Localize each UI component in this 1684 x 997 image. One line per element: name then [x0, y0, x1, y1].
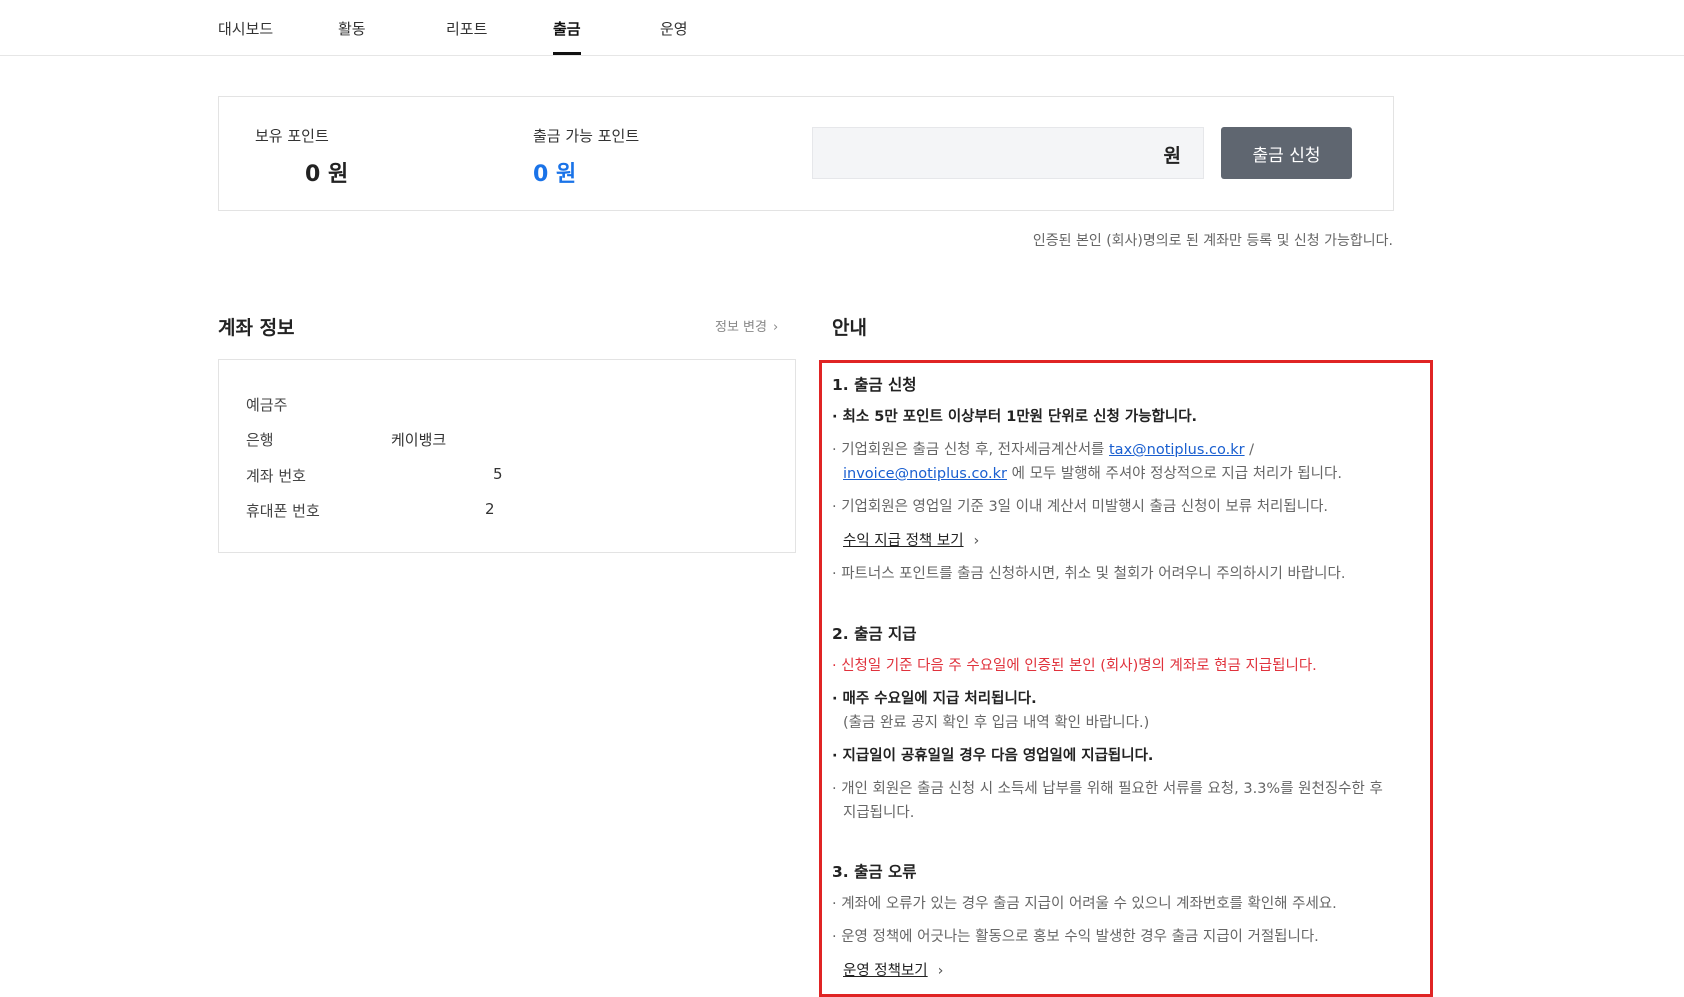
amount-unit-label: 원	[1163, 145, 1181, 167]
guide-section-2-title: 2. 출금 지급	[832, 625, 917, 643]
available-points-label: 출금 가능 포인트	[533, 127, 640, 145]
account-info-title: 계좌 정보	[218, 317, 295, 339]
guide-s1-slash: /	[1244, 442, 1255, 458]
tab-report[interactable]: 리포트	[446, 18, 487, 39]
guide-s1-line-2: · 기업회원은 출금 신청 후, 전자세금계산서를 tax@notiplus.c…	[832, 438, 1254, 459]
withdraw-amount-input[interactable]	[813, 128, 1153, 178]
guide-s3-line-1: · 계좌에 오류가 있는 경우 출금 지급이 어려울 수 있으니 계좌번호를 확…	[832, 896, 1337, 912]
operation-policy-label: 운영 정책보기	[843, 963, 928, 979]
guide-title: 안내	[832, 317, 867, 339]
edit-account-label: 정보 변경	[715, 320, 767, 335]
guide-s1-line-1: · 최소 5만 포인트 이상부터 1만원 단위로 신청 가능합니다.	[832, 409, 1198, 425]
guide-s2-line-3: (출금 완료 공지 확인 후 입금 내역 확인 바랍니다.)	[843, 715, 1150, 731]
phone-number-label: 휴대폰 번호	[246, 502, 320, 520]
guide-s1-line-5: · 파트너스 포인트를 출금 신청하시면, 취소 및 철회가 어려우니 주의하시…	[832, 566, 1346, 582]
phone-number-value: 2	[485, 500, 495, 518]
points-card: 보유 포인트 0 원 출금 가능 포인트 0 원 원 출금 신청	[218, 96, 1394, 211]
account-number-value: 5	[493, 465, 503, 483]
tax-email-link[interactable]: tax@notiplus.co.kr	[1109, 442, 1245, 458]
chevron-right-icon: ›	[937, 963, 944, 979]
tab-dashboard[interactable]: 대시보드	[218, 18, 273, 39]
guide-section-3-title: 3. 출금 오류	[832, 863, 917, 881]
chevron-right-icon: ›	[772, 320, 779, 335]
payout-policy-link[interactable]: 수익 지급 정책 보기 ›	[843, 529, 979, 550]
edit-account-link[interactable]: 정보 변경 ›	[715, 316, 778, 335]
operation-policy-link[interactable]: 운영 정책보기 ›	[843, 959, 943, 980]
guide-s2-line-6: 지급됩니다.	[843, 805, 915, 821]
bank-value: 케이뱅크	[391, 431, 447, 449]
held-points-label: 보유 포인트	[255, 127, 329, 145]
tab-withdraw[interactable]: 출금	[553, 18, 581, 39]
active-tab-indicator	[553, 52, 581, 55]
guide-s2-line-5: · 개인 회원은 출금 신청 시 소득세 납부를 위해 필요한 서류를 요청, …	[832, 781, 1383, 797]
bank-label: 은행	[246, 431, 274, 449]
guide-s3-line-2: · 운영 정책에 어긋나는 활동으로 홍보 수익 발생한 경우 출금 지급이 거…	[832, 929, 1319, 945]
guide-s2-line-1: · 신청일 기준 다음 주 수요일에 인증된 본인 (회사)명의 계좌로 현금 …	[832, 658, 1317, 674]
guide-s2-line-2: · 매주 수요일에 지급 처리됩니다.	[832, 691, 1037, 707]
account-holder-label: 예금주	[246, 396, 288, 414]
guide-section-1-title: 1. 출금 신청	[832, 376, 917, 394]
guide-s1-line-3-text: 에 모두 발행해 주셔야 정상적으로 지급 처리가 됩니다.	[1007, 466, 1342, 482]
invoice-email-link[interactable]: invoice@notiplus.co.kr	[843, 466, 1007, 482]
account-number-label: 계좌 번호	[246, 467, 306, 485]
chevron-right-icon: ›	[973, 533, 980, 549]
tab-operation[interactable]: 운영	[660, 18, 688, 39]
top-navigation: 대시보드 활동 리포트 출금 운영	[0, 0, 1684, 56]
account-card: 예금주 은행 케이뱅크 계좌 번호 5 휴대폰 번호 2	[218, 359, 796, 553]
tab-activity[interactable]: 활동	[338, 18, 366, 39]
guide-s2-line-4: · 지급일이 공휴일일 경우 다음 영업일에 지급됩니다.	[832, 748, 1154, 764]
guide-box: 1. 출금 신청 · 최소 5만 포인트 이상부터 1만원 단위로 신청 가능합…	[819, 360, 1433, 997]
guide-s1-line-4: · 기업회원은 영업일 기준 3일 이내 계산서 미발행시 출금 신청이 보류 …	[832, 499, 1329, 515]
withdraw-amount-field: 원	[812, 127, 1204, 179]
available-points-value: 0 원	[533, 162, 577, 187]
withdraw-request-button[interactable]: 출금 신청	[1221, 127, 1352, 179]
guide-s1-line-3: invoice@notiplus.co.kr 에 모두 발행해 주셔야 정상적으…	[843, 462, 1342, 483]
guide-s1-line-2-text: · 기업회원은 출금 신청 후, 전자세금계산서를	[832, 442, 1109, 458]
account-notice: 인증된 본인 (회사)명의로 된 계좌만 등록 및 신청 가능합니다.	[1032, 233, 1393, 249]
held-points-value: 0 원	[305, 162, 349, 187]
payout-policy-label: 수익 지급 정책 보기	[843, 533, 964, 549]
